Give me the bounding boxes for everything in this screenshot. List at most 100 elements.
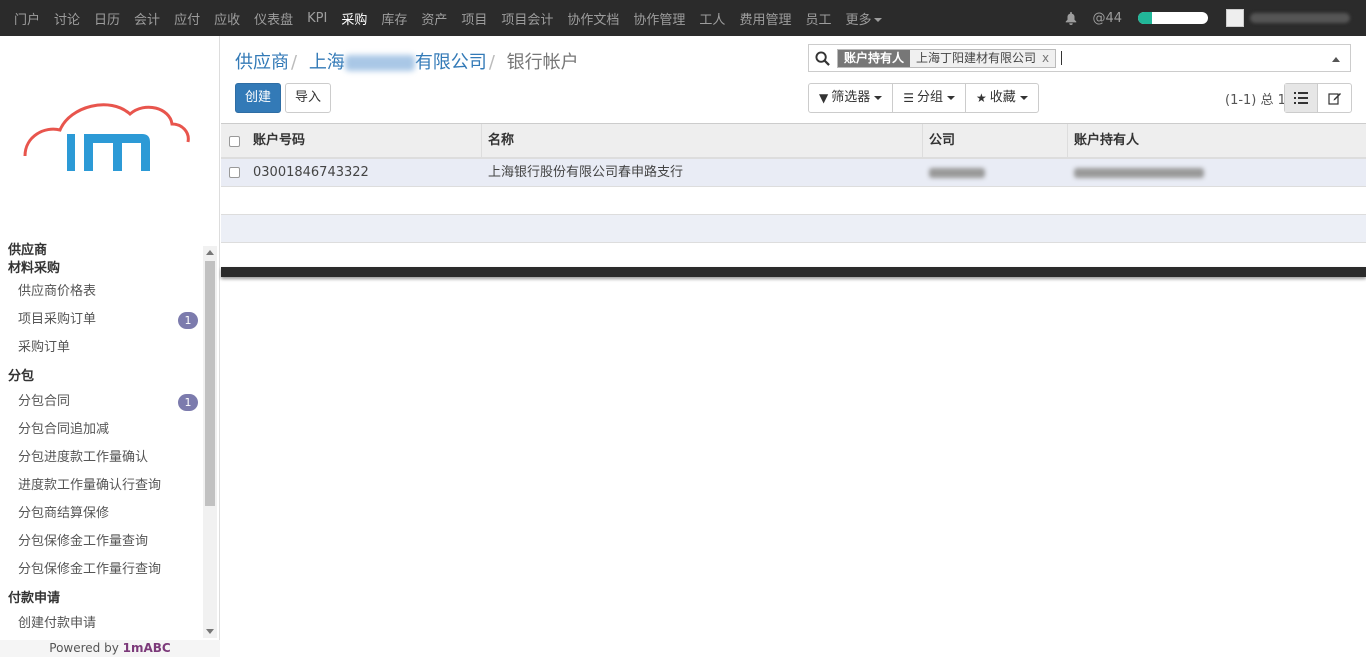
scroll-thumb[interactable] bbox=[205, 261, 215, 506]
table-row[interactable]: 03001846743322 上海银行股份有限公司春申路支行 bbox=[221, 159, 1366, 187]
blurred-text bbox=[929, 167, 985, 178]
edit-icon bbox=[1327, 93, 1341, 105]
sidebar-item-label: 分包商结算保修 bbox=[18, 506, 110, 521]
topmenu-item[interactable]: 会计 bbox=[134, 9, 160, 28]
sidebar-item[interactable]: 创建付款申请 bbox=[0, 610, 203, 638]
topmenu-item[interactable]: 应付 bbox=[174, 9, 200, 28]
sidebar-item[interactable]: 分包商结算保修 bbox=[0, 500, 203, 528]
topmenu-item-label: 门户 bbox=[14, 12, 41, 28]
sidebar-item-label: 创建付款申请 bbox=[18, 616, 97, 631]
main-content: 供应商 / 上海 有限公司 / 银行帐户 创建 导入 账户持有人 上海丁阳建材有限公司… bbox=[221, 36, 1366, 657]
sidebar-item[interactable]: 采购订单 bbox=[0, 334, 203, 362]
table-footer-bar bbox=[221, 267, 1366, 277]
topmenu-item[interactable]: 项目 bbox=[461, 9, 487, 28]
topmenu-item[interactable]: 采购 bbox=[341, 9, 367, 28]
import-button[interactable]: 导入 bbox=[285, 83, 331, 113]
sidebar-item-label: 采购订单 bbox=[18, 340, 71, 355]
powered-by: Powered by 1mABC bbox=[0, 640, 220, 657]
row-checkbox[interactable] bbox=[221, 159, 247, 186]
app-menu: 门户 讨论 日历 会计 应付 应收 仪表盘 KPI 采购 库存 资产 项目 项目会计 协作文档 协作管理 工人… bbox=[0, 0, 896, 36]
storage-progress bbox=[1138, 12, 1208, 24]
topmenu-item[interactable]: 员工 bbox=[805, 9, 831, 28]
search-input[interactable] bbox=[1061, 51, 1062, 65]
powered-brand-link[interactable]: 1mABC bbox=[123, 641, 171, 655]
topmenu-item[interactable]: 资产 bbox=[421, 9, 447, 28]
sidebar-item[interactable]: 进度款工作量确认行查询 bbox=[0, 472, 203, 500]
count-badge: 1 bbox=[178, 312, 198, 329]
sidebar-item[interactable]: 供应商价格表 bbox=[0, 278, 203, 306]
blurred-text bbox=[344, 55, 415, 71]
mentions-counter[interactable]: @44 bbox=[1092, 11, 1122, 26]
avatar[interactable] bbox=[1226, 9, 1244, 27]
bank-name-cell: 上海银行股份有限公司春申路支行 bbox=[488, 165, 684, 180]
list-view-button[interactable] bbox=[1285, 84, 1318, 112]
filters-label: 筛选器 bbox=[831, 90, 871, 105]
topmenu-item[interactable]: 协作文档 bbox=[567, 9, 619, 28]
filters-button[interactable]: ▼ 筛选器 bbox=[809, 84, 894, 112]
create-button[interactable]: 创建 bbox=[235, 83, 281, 113]
topmenu-item[interactable]: 更多 bbox=[845, 9, 883, 28]
sidebar-item[interactable]: 分包进度款工作量确认 bbox=[0, 444, 203, 472]
topmenu-item[interactable]: 库存 bbox=[381, 9, 407, 28]
topmenu-item[interactable]: 工人 bbox=[699, 9, 725, 28]
form-view-button[interactable] bbox=[1318, 84, 1351, 112]
sidebar-item[interactable]: 分包合同 1 bbox=[0, 388, 203, 416]
column-header[interactable]: 公司 bbox=[923, 124, 1068, 158]
topmenu-item[interactable]: 门户 bbox=[14, 9, 40, 28]
column-header[interactable]: 账户号码 bbox=[247, 124, 482, 158]
progress-fill bbox=[1138, 12, 1152, 24]
table-header: 账户号码 名称 公司 账户持有人 bbox=[221, 123, 1366, 159]
scroll-down-arrow-icon[interactable] bbox=[206, 629, 214, 634]
sidebar-item-label: 分包进度款工作量确认 bbox=[18, 450, 149, 465]
favorites-button[interactable]: ★ 收藏 bbox=[966, 84, 1038, 112]
top-navbar: 门户 讨论 日历 会计 应付 应收 仪表盘 KPI 采购 库存 资产 项目 项目会计 协作文档 协作管理 工人… bbox=[0, 0, 1366, 36]
search-options-toggle-icon[interactable] bbox=[1332, 57, 1340, 62]
topmenu-item[interactable]: 协作管理 bbox=[633, 9, 685, 28]
sidebar-item-label: 分包合同追加减 bbox=[18, 422, 110, 437]
bars-icon: ☰ bbox=[903, 91, 915, 105]
sidebar-item-label: 分包合同 bbox=[18, 394, 71, 409]
column-header[interactable]: 名称 bbox=[482, 124, 923, 158]
sidebar: 供应商 材料采购 供应商价格表 项目采购订单 1 采购订单 分包 分包合同 1 分包合同追加减 分包… bbox=[0, 36, 220, 657]
sidebar-item-label: 分包保修金工作量查询 bbox=[18, 534, 149, 549]
username-blurred[interactable] bbox=[1250, 13, 1350, 23]
breadcrumb-partner[interactable]: 上海 有限公司 bbox=[309, 52, 487, 73]
sidebar-item[interactable]: 分包保修金工作量查询 bbox=[0, 528, 203, 556]
sidebar-item[interactable]: 分包合同追加减 bbox=[0, 416, 203, 444]
facet-title: 账户持有人 bbox=[838, 50, 911, 67]
search-bar[interactable]: 账户持有人 上海丁阳建材有限公司 x bbox=[808, 44, 1351, 72]
facet-value-wrapper: 上海丁阳建材有限公司 x bbox=[910, 50, 1056, 67]
scroll-up-arrow-icon[interactable] bbox=[206, 250, 214, 255]
favorites-label: 收藏 bbox=[989, 90, 1016, 105]
sidebar-item[interactable]: 项目采购订单 1 bbox=[0, 306, 203, 334]
breadcrumb-partner-prefix: 上海 bbox=[308, 52, 345, 73]
topmenu-item[interactable]: 仪表盘 bbox=[254, 9, 293, 28]
topmenu-item-label: 会计 bbox=[134, 12, 161, 28]
group-by-label: 分组 bbox=[917, 90, 944, 105]
topmenu-item[interactable]: 讨论 bbox=[54, 9, 80, 28]
topmenu-item[interactable]: 应收 bbox=[214, 9, 240, 28]
list-icon bbox=[1294, 92, 1308, 104]
topmenu-item-label: 采购 bbox=[341, 12, 368, 28]
pager-value[interactable]: (1-1) 总 1 bbox=[1225, 89, 1286, 108]
sidebar-group-title: 材料采购 bbox=[8, 261, 61, 276]
group-by-button[interactable]: ☰ 分组 bbox=[893, 84, 967, 112]
sidebar-group-title: 付款申请 bbox=[8, 591, 61, 606]
star-icon: ★ bbox=[976, 91, 987, 105]
column-header[interactable]: 账户持有人 bbox=[1068, 124, 1366, 158]
sidebar-item[interactable]: 分包保修金工作量行查询 bbox=[0, 556, 203, 584]
topmenu-item[interactable]: 项目会计 bbox=[501, 9, 553, 28]
bell-icon[interactable] bbox=[1064, 11, 1078, 25]
select-all-checkbox[interactable] bbox=[221, 124, 247, 158]
company-logo bbox=[23, 103, 190, 171]
sidebar-item-label: 分包保修金工作量行查询 bbox=[18, 562, 162, 577]
topmenu-item[interactable]: 日历 bbox=[94, 9, 120, 28]
breadcrumb-separator: / bbox=[488, 52, 495, 73]
count-badge: 1 bbox=[178, 394, 198, 411]
topmenu-item[interactable]: KPI bbox=[307, 11, 327, 26]
breadcrumb-separator: / bbox=[291, 52, 298, 73]
facet-remove-icon[interactable]: x bbox=[1042, 51, 1049, 65]
breadcrumb-suppliers[interactable]: 供应商 bbox=[235, 52, 289, 73]
topmenu-item[interactable]: 费用管理 bbox=[739, 9, 791, 28]
sidebar-scrollbar[interactable] bbox=[203, 246, 217, 638]
